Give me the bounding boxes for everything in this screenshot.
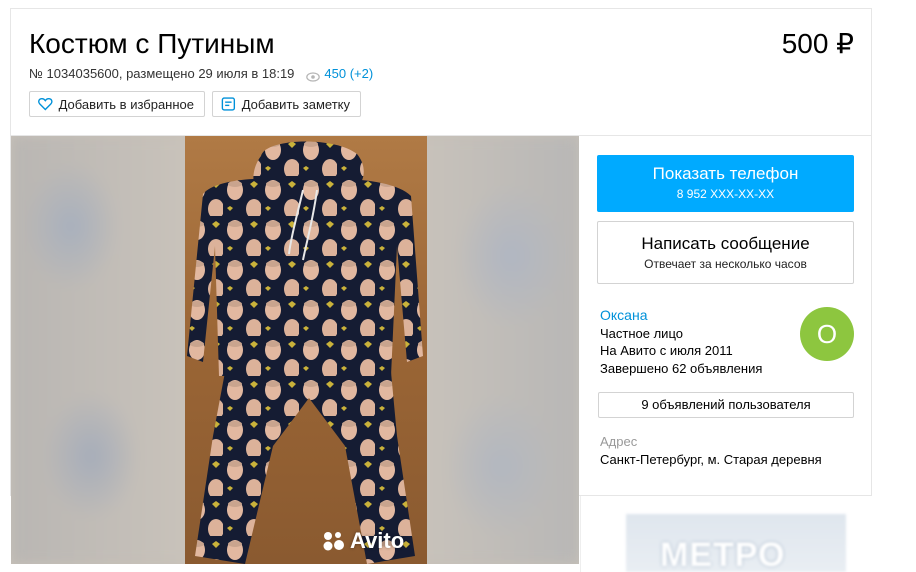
seller-completed-ads: Завершено 62 объявления — [600, 361, 763, 376]
heart-icon — [38, 98, 53, 111]
masked-phone-number: 8 952 XXX-XX-XX — [676, 187, 775, 201]
views-count[interactable]: 450 (+2) — [324, 65, 373, 83]
add-to-favorites-label: Добавить в избранное — [58, 96, 194, 112]
note-icon — [221, 97, 236, 111]
ad-banner-text: МЕТРО — [660, 536, 786, 572]
address-value: Санкт-Петербург, м. Старая деревня — [600, 452, 822, 467]
price: 500 ₽ — [781, 28, 854, 59]
seller-ads-button[interactable]: 9 объявлений пользователя — [598, 392, 854, 418]
listing-meta: № 1034035600, размещено 29 июля в 18:19 … — [29, 65, 373, 83]
seller-avatar[interactable]: О — [800, 307, 854, 361]
seller-since: На Авито с июля 2011 — [600, 343, 733, 358]
listing-photo[interactable] — [185, 136, 427, 564]
eye-icon — [306, 69, 321, 82]
seller-name-link[interactable]: Оксана — [600, 307, 647, 323]
add-to-favorites-button[interactable]: Добавить в избранное — [29, 91, 205, 117]
tracksuit-illustration — [187, 141, 423, 564]
photo-gallery[interactable] — [11, 136, 579, 564]
add-note-label: Добавить заметку — [241, 96, 350, 112]
avito-logo-icon — [323, 532, 344, 551]
add-note-button[interactable]: Добавить заметку — [212, 91, 361, 117]
avito-watermark: Avito — [322, 528, 404, 554]
write-message-button[interactable]: Написать сообщение Отвечает за несколько… — [597, 221, 854, 284]
write-message-label: Написать сообщение — [641, 234, 810, 253]
page-title: Костюм с Путиным — [29, 28, 275, 59]
show-phone-label: Показать телефон — [652, 164, 799, 183]
show-phone-button[interactable]: Показать телефон 8 952 XXX-XX-XX — [597, 155, 854, 212]
seller-type: Частное лицо — [600, 326, 683, 341]
listing-number-date: № 1034035600, размещено 29 июля в 18:19 — [29, 66, 295, 81]
address-label: Адрес — [600, 434, 638, 449]
ad-banner[interactable]: МЕТРО — [626, 514, 846, 572]
response-time-text: Отвечает за несколько часов — [644, 257, 807, 271]
avito-watermark-text: Avito — [350, 528, 405, 553]
